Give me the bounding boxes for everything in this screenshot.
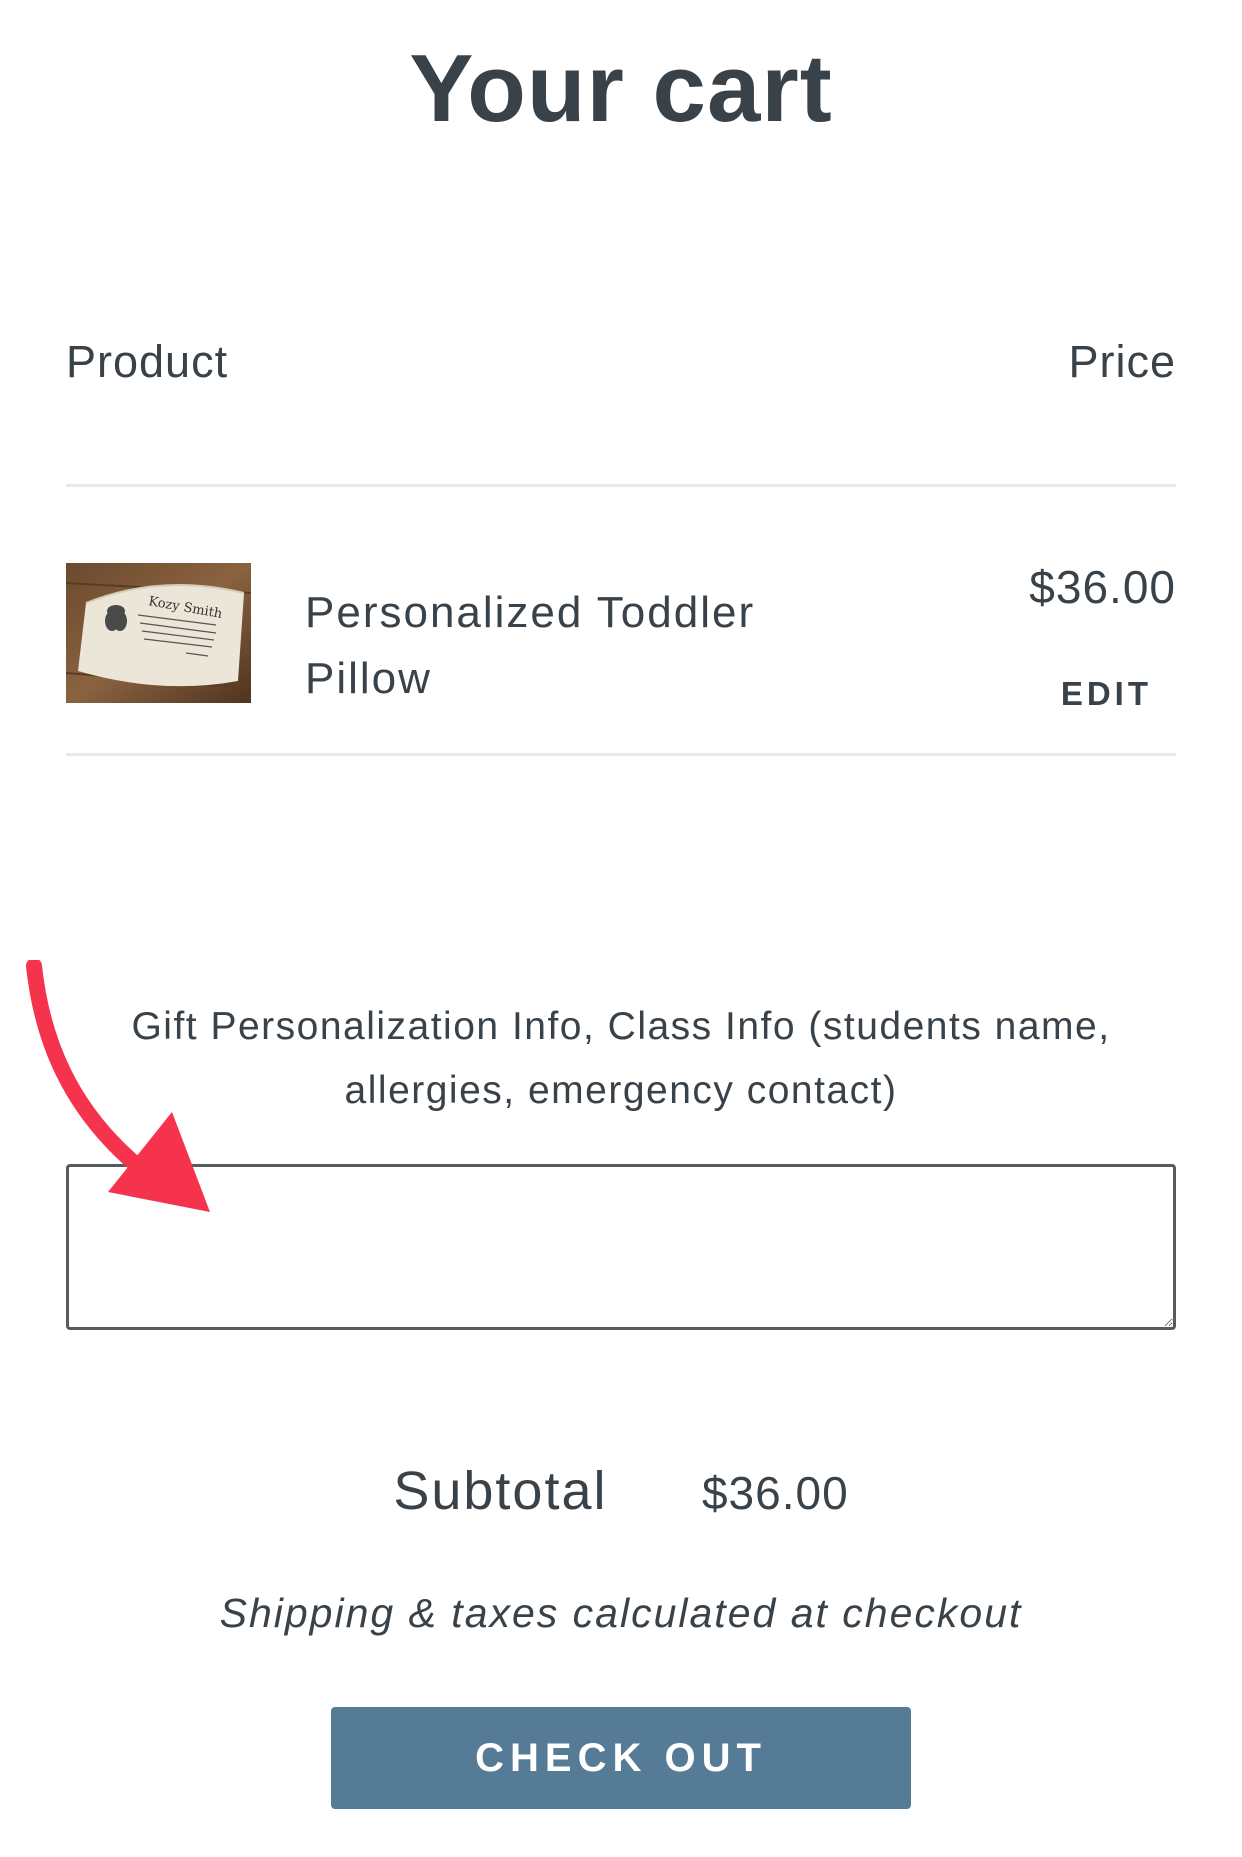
header-divider: [66, 484, 1176, 487]
red-arrow-icon: [26, 960, 210, 1212]
pillow-image: Kozy Smith: [66, 563, 251, 703]
subtotal-value: $36.00: [701, 1467, 849, 1519]
cart-note-input[interactable]: [66, 1164, 1176, 1330]
shipping-note: Shipping & taxes calculated at checkout: [219, 1590, 1023, 1636]
subtotal-row: Subtotal $36.00: [0, 1460, 1242, 1522]
subtotal-label: Subtotal: [393, 1461, 608, 1521]
line-item-price: $36.00: [1029, 561, 1176, 613]
cart-note-label: Gift Personalization Info, Class Info (s…: [131, 1005, 1111, 1112]
page-title: Your cart: [409, 35, 833, 142]
product-name-link[interactable]: Personalized Toddler Pillow: [305, 580, 825, 712]
checkout-button[interactable]: CHECK OUT: [331, 1707, 911, 1809]
product-column-header: Product: [66, 336, 229, 387]
edit-button[interactable]: EDIT: [1061, 675, 1152, 713]
price-column-header: Price: [1068, 336, 1176, 387]
item-divider: [66, 753, 1176, 756]
product-thumbnail[interactable]: Kozy Smith: [66, 563, 251, 703]
